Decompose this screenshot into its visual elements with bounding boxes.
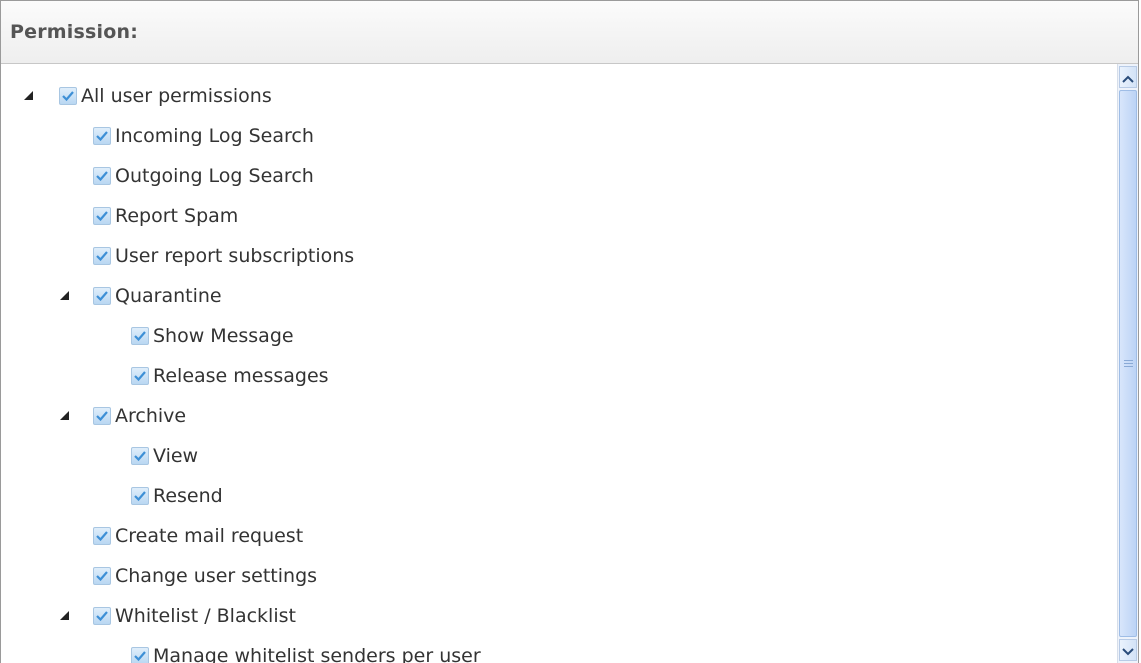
tree-node-whitelist-blacklist[interactable]: Whitelist / Blacklist [93,596,296,636]
tree-node-release-messages[interactable]: Release messages [131,356,329,396]
checkbox-checked-icon[interactable] [93,407,111,425]
checkbox-checked-icon[interactable] [93,567,111,585]
triangle-expanded-icon[interactable] [59,610,71,622]
chevron-up-icon [1122,68,1134,87]
tree-node-view[interactable]: View [131,436,198,476]
checkbox-checked-icon[interactable] [93,247,111,265]
tree-node-create-mail-request[interactable]: Create mail request [93,516,303,556]
permission-tree: All user permissions Incoming Log Search… [1,64,1118,663]
tree-label: Incoming Log Search [115,125,314,147]
tree-node-report-spam[interactable]: Report Spam [93,196,238,236]
tree-node-change-user-settings[interactable]: Change user settings [93,556,317,596]
triangle-expanded-icon[interactable] [59,290,71,302]
chevron-down-icon [1122,641,1134,660]
checkbox-checked-icon[interactable] [93,287,111,305]
permission-panel: Permission: All user permissions Incomin… [0,0,1139,663]
scrollbar-thumb[interactable] [1119,90,1137,637]
panel-title: Permission: [10,21,139,43]
scroll-up-button[interactable] [1119,66,1137,88]
checkbox-checked-icon[interactable] [93,167,111,185]
tree-node-archive[interactable]: Archive [93,396,186,436]
tree-node-user-report-subscriptions[interactable]: User report subscriptions [93,236,354,276]
panel-header: Permission: [1,1,1138,64]
tree-node-outgoing-log-search[interactable]: Outgoing Log Search [93,156,314,196]
checkbox-checked-icon[interactable] [131,327,149,345]
tree-node-incoming-log-search[interactable]: Incoming Log Search [93,116,314,156]
tree-label: All user permissions [81,85,272,107]
tree-node-resend[interactable]: Resend [131,476,223,516]
scroll-down-button[interactable] [1119,639,1137,661]
tree-label: Show Message [153,325,294,347]
checkbox-checked-icon[interactable] [59,87,77,105]
checkbox-checked-icon[interactable] [131,367,149,385]
checkbox-checked-icon[interactable] [131,447,149,465]
tree-node-show-message[interactable]: Show Message [131,316,294,356]
checkbox-checked-icon[interactable] [93,127,111,145]
triangle-expanded-icon[interactable] [59,410,71,422]
tree-label: Manage whitelist senders per user [153,645,481,663]
checkbox-checked-icon[interactable] [93,207,111,225]
tree-label: Outgoing Log Search [115,165,314,187]
tree-label: Create mail request [115,525,304,547]
checkbox-checked-icon[interactable] [93,607,111,625]
checkbox-checked-icon[interactable] [131,487,149,505]
checkbox-checked-icon[interactable] [93,527,111,545]
grip-icon [1124,359,1133,369]
tree-label: Archive [115,405,187,427]
tree-node-quarantine[interactable]: Quarantine [93,276,222,316]
tree-label: Release messages [153,365,329,387]
tree-label: User report subscriptions [115,245,355,267]
tree-label: Whitelist / Blacklist [115,605,296,627]
tree-label: View [153,445,199,467]
checkbox-checked-icon[interactable] [131,647,149,663]
tree-label: Change user settings [115,565,318,587]
tree-row-all-user-permissions[interactable]: All user permissions [59,76,272,116]
tree-node-manage-whitelist-senders[interactable]: Manage whitelist senders per user [131,636,481,663]
tree-label: Resend [153,485,223,507]
triangle-expanded-icon[interactable] [23,90,35,102]
tree-label: Quarantine [115,285,222,307]
vertical-scrollbar[interactable] [1117,64,1138,663]
tree-label: Report Spam [115,205,239,227]
